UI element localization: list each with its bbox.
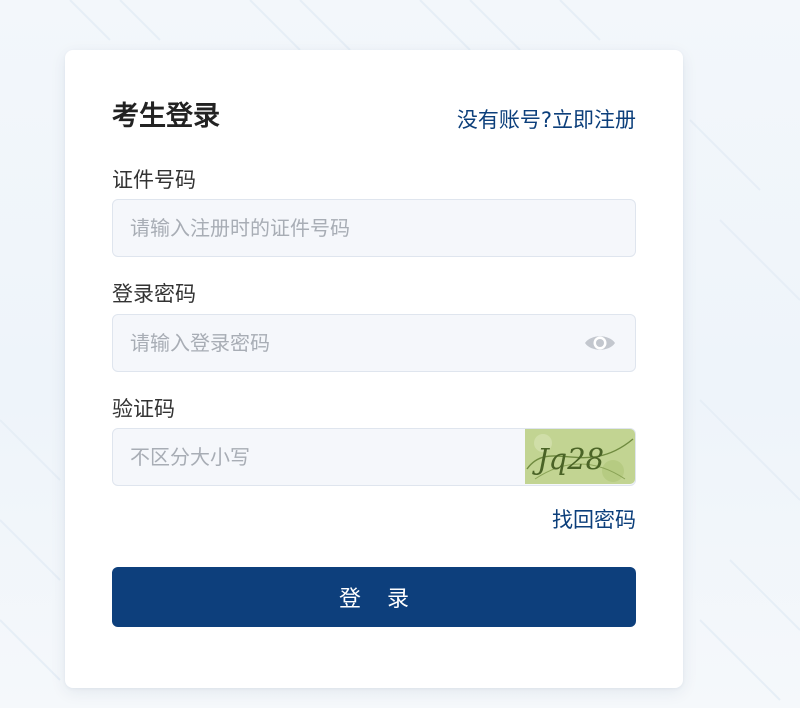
- id-number-input[interactable]: [113, 200, 635, 256]
- captcha-text: Jq28: [532, 442, 604, 476]
- login-card: 考生登录 没有账号?立即注册 证件号码 登录密码 验证码 Jq28: [65, 50, 683, 688]
- eye-icon[interactable]: [583, 331, 617, 355]
- captcha-image[interactable]: Jq28: [525, 429, 635, 484]
- captcha-field: Jq28: [112, 428, 636, 486]
- password-label: 登录密码: [112, 282, 196, 306]
- register-link[interactable]: 没有账号?立即注册: [457, 106, 636, 134]
- login-title: 考生登录: [112, 101, 220, 132]
- forgot-password-link[interactable]: 找回密码: [552, 506, 636, 534]
- id-number-field: [112, 199, 636, 257]
- password-field: [112, 314, 636, 372]
- login-button[interactable]: 登录: [112, 567, 636, 627]
- id-number-label: 证件号码: [112, 168, 196, 192]
- password-input[interactable]: [113, 315, 635, 371]
- captcha-label: 验证码: [112, 397, 175, 421]
